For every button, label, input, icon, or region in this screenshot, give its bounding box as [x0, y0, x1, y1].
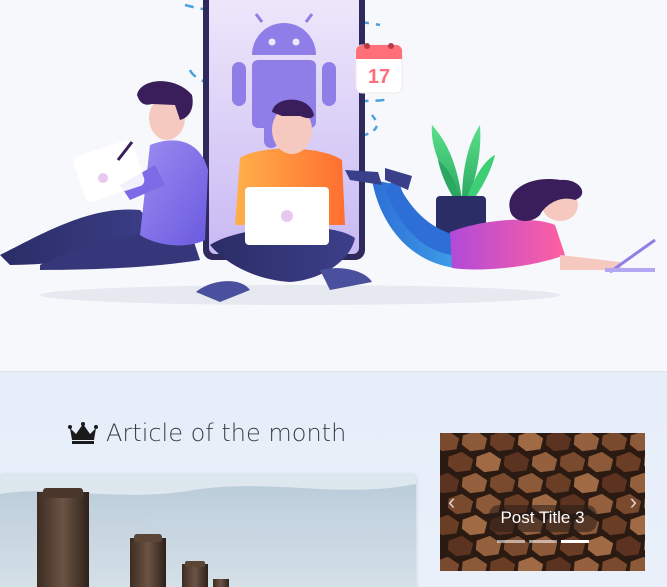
potted-plant — [431, 125, 495, 238]
crown-icon — [68, 422, 98, 444]
stacked-firewood-photo — [440, 433, 645, 571]
person-lying-with-laptop — [345, 168, 656, 274]
article-of-month-section: Article of the month ‹ › Post Title 3 — [0, 371, 667, 587]
carousel-indicator[interactable] — [528, 540, 557, 543]
wooden-posts-photo — [0, 474, 416, 587]
calendar-day: 17 — [368, 66, 390, 88]
chevron-right-icon[interactable]: › — [630, 491, 637, 513]
carousel-indicator[interactable] — [496, 540, 525, 543]
person-with-tablet — [0, 81, 208, 270]
post-carousel[interactable]: ‹ › Post Title 3 — [440, 433, 645, 571]
carousel-indicators — [496, 540, 589, 543]
hero-banner: 17 — [0, 0, 667, 371]
slide-caption[interactable]: Post Title 3 — [488, 505, 597, 532]
carousel-indicator[interactable] — [560, 540, 589, 543]
chevron-left-icon[interactable]: ‹ — [448, 491, 455, 513]
people-with-devices-illustration: 17 — [0, 0, 656, 305]
calendar-icon: 17 — [355, 43, 403, 94]
ground-shadow — [40, 285, 560, 305]
section-heading: Article of the month — [68, 419, 346, 447]
featured-article-card[interactable] — [0, 474, 416, 587]
section-heading-text: Article of the month — [106, 419, 347, 447]
